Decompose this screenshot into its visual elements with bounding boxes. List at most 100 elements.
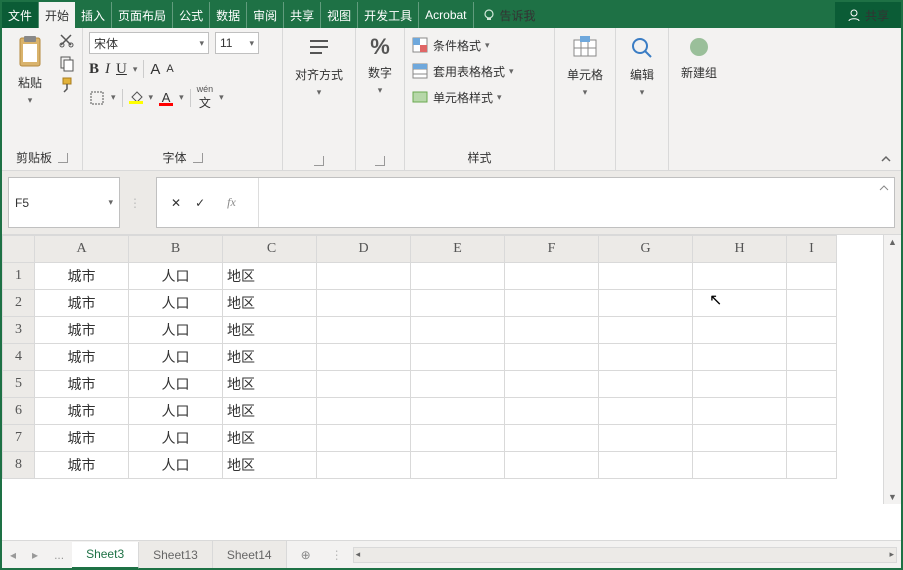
cell[interactable]: 人口 bbox=[129, 398, 223, 425]
cell[interactable] bbox=[411, 371, 505, 398]
cell[interactable] bbox=[599, 425, 693, 452]
cancel-formula-button[interactable]: ✕ bbox=[171, 196, 181, 210]
cell[interactable]: 地区 bbox=[223, 371, 317, 398]
cell[interactable]: 城市 bbox=[35, 317, 129, 344]
share-button[interactable]: 共享 bbox=[835, 2, 901, 28]
font-color-button[interactable]: A bbox=[159, 90, 173, 106]
row-header[interactable]: 6 bbox=[3, 398, 35, 425]
cell[interactable] bbox=[693, 344, 787, 371]
sheet-table[interactable]: A B C D E F G H I 1 城市 人口 地区 2 城市 人口 地区 … bbox=[2, 235, 837, 479]
tab-insert[interactable]: 插入 bbox=[75, 2, 112, 28]
cell[interactable] bbox=[317, 263, 411, 290]
cell[interactable] bbox=[599, 290, 693, 317]
cell[interactable] bbox=[411, 425, 505, 452]
sheet-nav-prev[interactable]: ◂ bbox=[2, 548, 24, 562]
cell[interactable] bbox=[317, 290, 411, 317]
borders-button[interactable] bbox=[89, 90, 105, 106]
cell[interactable] bbox=[599, 398, 693, 425]
align-button[interactable]: 对齐方式 ▾ bbox=[289, 32, 349, 100]
font-name-combo[interactable]: 宋体▾ bbox=[89, 32, 209, 54]
row-header[interactable]: 5 bbox=[3, 371, 35, 398]
tab-share[interactable]: 共享 bbox=[284, 2, 321, 28]
cell-styles-button[interactable]: 单元格样式 ▾ bbox=[411, 84, 502, 110]
cell[interactable]: 人口 bbox=[129, 452, 223, 479]
cell[interactable] bbox=[787, 425, 837, 452]
italic-button[interactable]: I bbox=[105, 61, 110, 78]
cell[interactable]: 地区 bbox=[223, 290, 317, 317]
fill-color-button[interactable] bbox=[129, 91, 143, 104]
scroll-left-icon[interactable]: ◂ bbox=[354, 547, 363, 562]
col-header-B[interactable]: B bbox=[129, 236, 223, 263]
new-sheet-button[interactable]: ⊕ bbox=[287, 548, 325, 562]
col-header-I[interactable]: I bbox=[787, 236, 837, 263]
fx-label[interactable]: fx bbox=[219, 195, 244, 210]
cell[interactable] bbox=[787, 263, 837, 290]
cell[interactable] bbox=[505, 317, 599, 344]
cell[interactable] bbox=[599, 371, 693, 398]
row-header[interactable]: 1 bbox=[3, 263, 35, 290]
cell[interactable] bbox=[317, 452, 411, 479]
dialog-launcher-icon[interactable] bbox=[58, 153, 68, 163]
cell[interactable]: 地区 bbox=[223, 425, 317, 452]
cell[interactable] bbox=[693, 290, 787, 317]
sheet-nav-next[interactable]: ▸ bbox=[24, 548, 46, 562]
horizontal-scrollbar[interactable]: ◂ ▸ bbox=[353, 547, 897, 563]
cell[interactable] bbox=[787, 290, 837, 317]
sheet-tab-1[interactable]: Sheet3 bbox=[72, 542, 139, 569]
sheet-nav-more[interactable]: ... bbox=[46, 548, 72, 562]
cell[interactable]: 城市 bbox=[35, 263, 129, 290]
tab-developer[interactable]: 开发工具 bbox=[358, 2, 419, 28]
cell[interactable] bbox=[505, 290, 599, 317]
cell[interactable]: 城市 bbox=[35, 290, 129, 317]
sheet-tab-2[interactable]: Sheet13 bbox=[139, 541, 213, 568]
sheet-tab-3[interactable]: Sheet14 bbox=[213, 541, 287, 568]
conditional-format-button[interactable]: 条件格式 ▾ bbox=[411, 32, 490, 58]
cells-button[interactable]: 单元格 ▾ bbox=[561, 32, 609, 100]
increase-font-button[interactable]: A bbox=[150, 61, 160, 78]
tab-data[interactable]: 数据 bbox=[210, 2, 247, 28]
formula-input[interactable]: ✕ ✓ fx bbox=[156, 177, 895, 228]
accept-formula-button[interactable]: ✓ bbox=[195, 196, 205, 210]
row-header[interactable]: 4 bbox=[3, 344, 35, 371]
row-header[interactable]: 8 bbox=[3, 452, 35, 479]
cell[interactable] bbox=[505, 425, 599, 452]
cell[interactable] bbox=[505, 398, 599, 425]
cell[interactable] bbox=[505, 263, 599, 290]
cell[interactable] bbox=[317, 317, 411, 344]
cell[interactable] bbox=[411, 263, 505, 290]
cell[interactable] bbox=[411, 398, 505, 425]
cell[interactable]: 城市 bbox=[35, 371, 129, 398]
cell[interactable]: 人口 bbox=[129, 290, 223, 317]
cell[interactable]: 城市 bbox=[35, 344, 129, 371]
cell[interactable]: 城市 bbox=[35, 452, 129, 479]
col-header-C[interactable]: C bbox=[223, 236, 317, 263]
tab-formula[interactable]: 公式 bbox=[173, 2, 210, 28]
cell[interactable]: 城市 bbox=[35, 425, 129, 452]
cell[interactable]: 人口 bbox=[129, 317, 223, 344]
phonetic-button[interactable]: wén文 bbox=[197, 84, 214, 111]
name-box[interactable]: F5 ▾ bbox=[8, 177, 120, 228]
row-header[interactable]: 3 bbox=[3, 317, 35, 344]
cell[interactable] bbox=[787, 317, 837, 344]
scroll-right-icon[interactable]: ▸ bbox=[887, 547, 896, 562]
cell[interactable] bbox=[317, 371, 411, 398]
cell[interactable] bbox=[317, 425, 411, 452]
cell[interactable]: 人口 bbox=[129, 344, 223, 371]
scroll-up-icon[interactable]: ▲ bbox=[886, 235, 899, 249]
cell[interactable] bbox=[599, 452, 693, 479]
col-header-G[interactable]: G bbox=[599, 236, 693, 263]
dialog-launcher-icon[interactable] bbox=[314, 156, 324, 166]
collapse-ribbon-button[interactable] bbox=[879, 152, 893, 166]
col-header-E[interactable]: E bbox=[411, 236, 505, 263]
cell[interactable] bbox=[693, 398, 787, 425]
cell[interactable] bbox=[787, 344, 837, 371]
cell[interactable] bbox=[787, 452, 837, 479]
tab-review[interactable]: 审阅 bbox=[247, 2, 284, 28]
cell[interactable] bbox=[693, 371, 787, 398]
number-format-button[interactable]: % 数字 ▾ bbox=[362, 32, 398, 98]
cell[interactable] bbox=[599, 317, 693, 344]
cell[interactable] bbox=[693, 317, 787, 344]
format-painter-button[interactable] bbox=[58, 76, 76, 94]
dialog-launcher-icon[interactable] bbox=[375, 156, 385, 166]
cell[interactable]: 地区 bbox=[223, 398, 317, 425]
